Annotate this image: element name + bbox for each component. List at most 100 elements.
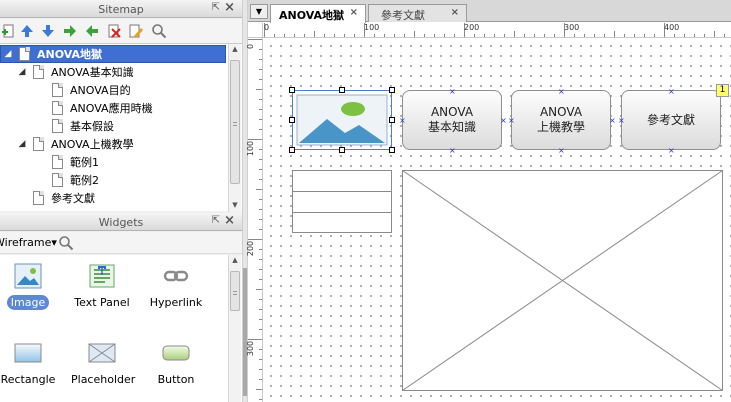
page-properties-icon[interactable] (128, 23, 144, 39)
widget-label: Text Panel (74, 296, 130, 309)
dropdown-arrow-icon: ▾ (51, 236, 57, 249)
sitemap-node-anova-hell[interactable]: ◢ ANOVA地獄 (0, 45, 226, 63)
widget-label: Rectangle (0, 373, 56, 386)
interaction-marker-icon: × (618, 116, 625, 125)
widgets-scrollbar[interactable]: ▲ (228, 255, 241, 402)
sitemap-close-icon[interactable]: × (224, 0, 235, 15)
collapse-arrow-icon[interactable]: ◢ (17, 67, 27, 77)
ruler-label: 300 (246, 340, 256, 357)
sitemap-node-anova-purpose[interactable]: ANOVA目的 (0, 81, 226, 99)
canvas-placeholder-widget[interactable] (402, 170, 723, 391)
tab-close-icon[interactable]: × (451, 7, 459, 18)
sitemap-header: Sitemap ⇱ × (0, 0, 242, 18)
widget-button[interactable]: Button (141, 340, 211, 387)
rectangle-icon (14, 340, 42, 366)
widget-placeholder[interactable]: Placeholder (67, 340, 137, 387)
text-panel-icon (88, 263, 116, 289)
canvas-button-anova-tutorial[interactable]: ANOVA 上機教學 (511, 90, 611, 150)
tab-close-icon[interactable]: × (350, 7, 358, 18)
widget-search-icon[interactable] (58, 235, 74, 251)
interaction-marker-icon: × (609, 116, 616, 125)
node-label: 範例1 (70, 156, 99, 169)
sitemap-scroll-thumb[interactable] (230, 60, 240, 184)
horizontal-ruler[interactable]: 0 100 200 300 400 (263, 23, 731, 38)
indent-icon[interactable] (62, 23, 78, 39)
widget-image[interactable]: Image (0, 263, 63, 310)
move-down-icon[interactable] (40, 23, 56, 39)
resize-handle[interactable] (289, 147, 295, 153)
canvas-rectangle-stack[interactable] (292, 170, 392, 233)
sitemap-scrollbar[interactable]: ▲ ▼ (228, 44, 241, 212)
move-up-icon[interactable] (19, 23, 35, 39)
interaction-marker-icon: × (558, 146, 565, 155)
widget-label: Image (6, 295, 50, 310)
sitemap-node-anova-basics[interactable]: ◢ ANOVA基本知識 (0, 63, 226, 81)
splitter-handle[interactable] (243, 268, 247, 396)
resize-handle[interactable] (289, 117, 295, 123)
canvas-button-references[interactable]: 參考文獻 (621, 90, 721, 150)
resize-handle[interactable] (339, 87, 345, 93)
page-icon (33, 137, 44, 151)
scroll-up-arrow-icon[interactable]: ▲ (229, 45, 241, 55)
widget-rectangle[interactable]: Rectangle (0, 340, 63, 387)
library-name: Wireframe (0, 236, 52, 249)
ruler-label: 0 (264, 23, 270, 32)
tab-menu-button[interactable]: ▼ (250, 4, 268, 19)
page-icon (33, 65, 44, 79)
ruler-label: 100 (364, 23, 380, 32)
design-canvas[interactable]: ANOVA 基本知識 ANOVA 上機教學 參考文獻 1 × × × × × ×… (264, 39, 731, 402)
sitemap-node-assumptions[interactable]: 基本假設 (0, 117, 226, 135)
search-icon[interactable] (151, 23, 167, 39)
sitemap-node-anova-tutorial[interactable]: ◢ ANOVA上機教學 (0, 135, 226, 153)
node-label: ANOVA地獄 (37, 48, 103, 61)
resize-handle[interactable] (389, 147, 395, 153)
ruler-label: 200 (464, 23, 480, 32)
widget-hyperlink[interactable]: Hyperlink (141, 263, 211, 310)
sitemap-node-example-2[interactable]: 範例2 (0, 171, 226, 189)
axure-window: Sitemap ⇱ × ◢ ANOVA地獄 ◢ ANOVA基本知識 ANOVA目… (0, 0, 731, 402)
page-icon (52, 155, 63, 169)
image-widget-icon (14, 263, 42, 289)
node-label: ANOVA目的 (70, 84, 131, 97)
canvas-button-anova-basics[interactable]: ANOVA 基本知識 (402, 90, 502, 150)
sitemap-tree: ◢ ANOVA地獄 ◢ ANOVA基本知識 ANOVA目的 ANOVA應用時機 (0, 43, 242, 212)
tab-references[interactable]: 參考文獻 × (368, 4, 467, 22)
page-icon (33, 191, 44, 205)
canvas-image-widget[interactable] (292, 90, 392, 150)
widget-library-select[interactable]: Wireframe▾ (0, 236, 57, 249)
resize-handle[interactable] (339, 147, 345, 153)
widget-text-panel[interactable]: Text Panel (67, 263, 137, 310)
widget-label: Placeholder (71, 373, 136, 386)
sitemap-title: Sitemap (98, 3, 144, 16)
resize-handle[interactable] (389, 87, 395, 93)
node-label: 基本假設 (70, 120, 114, 133)
widgets-undock-icon[interactable]: ⇱ (212, 215, 220, 226)
sitemap-undock-icon[interactable]: ⇱ (212, 2, 220, 13)
annotation-badge[interactable]: 1 (716, 84, 729, 97)
resize-handle[interactable] (289, 87, 295, 93)
delete-page-icon[interactable] (106, 23, 122, 39)
ruler-label: 400 (664, 23, 680, 32)
collapse-arrow-icon[interactable]: ◢ (3, 49, 13, 59)
widgets-close-icon[interactable]: × (224, 213, 235, 228)
tab-label: ANOVA地獄 (279, 9, 345, 22)
scroll-up-arrow-icon[interactable]: ▲ (229, 256, 241, 266)
collapse-arrow-icon[interactable]: ◢ (17, 139, 27, 149)
interaction-marker-icon: × (449, 146, 456, 155)
interaction-marker-icon: × (508, 116, 515, 125)
button-line1: 參考文獻 (646, 112, 695, 127)
add-page-icon[interactable] (1, 23, 17, 39)
sitemap-node-references[interactable]: 參考文獻 (0, 189, 226, 207)
widgets-header: Widgets ⇱ × (0, 213, 242, 231)
resize-handle[interactable] (389, 117, 395, 123)
outdent-icon[interactable] (84, 23, 100, 39)
scroll-down-arrow-icon[interactable]: ▼ (229, 201, 241, 211)
interaction-marker-icon: × (399, 116, 406, 125)
interaction-marker-icon: × (449, 87, 456, 96)
placeholder-icon (88, 340, 116, 366)
sitemap-node-anova-timing[interactable]: ANOVA應用時機 (0, 99, 226, 117)
widgets-scroll-thumb[interactable] (230, 271, 240, 311)
sitemap-node-example-1[interactable]: 範例1 (0, 153, 226, 171)
vertical-ruler[interactable]: 0 100 200 300 (246, 38, 263, 402)
tab-anova-hell[interactable]: ANOVA地獄 × (270, 4, 366, 23)
